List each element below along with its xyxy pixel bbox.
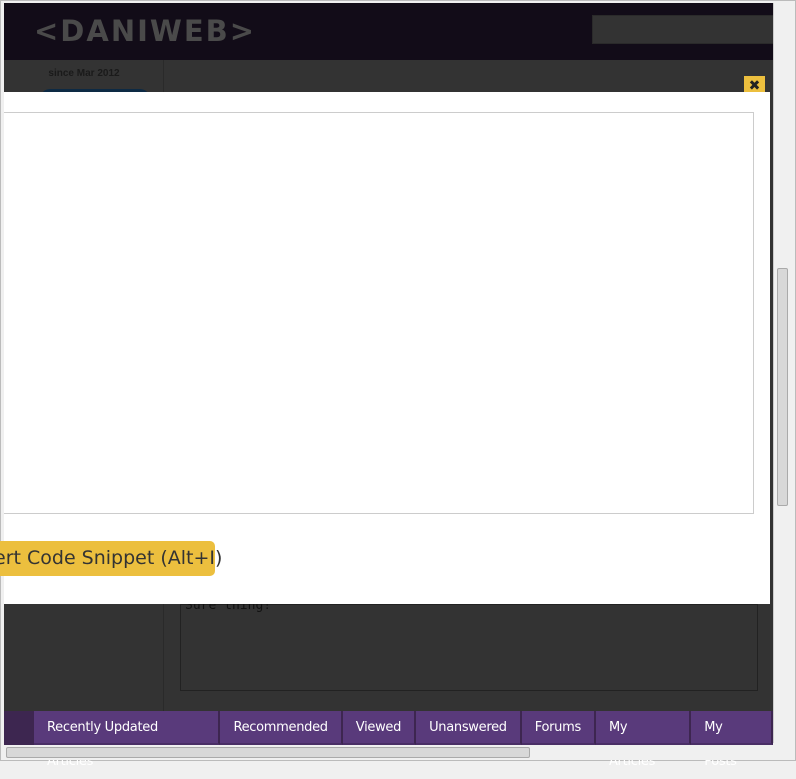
code-editor[interactable] — [4, 112, 754, 514]
tab-viewed[interactable]: Viewed — [342, 711, 417, 745]
search-input[interactable] — [592, 15, 773, 44]
insert-code-snippet-button[interactable]: ert Code Snippet (Alt+I) — [0, 541, 222, 576]
horizontal-scroll-thumb[interactable] — [6, 747, 530, 758]
tab-forums[interactable]: Forums — [521, 711, 596, 745]
vertical-scrollbar[interactable] — [773, 3, 791, 743]
horizontal-scrollbar[interactable] — [4, 745, 773, 760]
tab-my-posts[interactable]: My Posts — [691, 711, 773, 769]
code-snippet-modal: ert Code Snippet (Alt+I) — [0, 92, 770, 604]
daniweb-logo[interactable]: <DANIWEB> — [34, 14, 256, 48]
tab-recently-updated-articles[interactable]: Recently Updated Articles — [34, 711, 221, 769]
tab-my-articles[interactable]: My Articles — [595, 711, 692, 769]
tab-recommended[interactable]: Recommended — [220, 711, 343, 745]
bottom-nav: Recently Updated Articles Recommended Vi… — [4, 711, 773, 769]
reply-textarea[interactable]: Sure thing! — [180, 599, 758, 691]
vertical-scroll-thumb[interactable] — [777, 268, 788, 506]
site-header: <DANIWEB> — [4, 3, 773, 60]
member-since: since Mar 2012 — [48, 68, 120, 79]
tab-unanswered[interactable]: Unanswered — [416, 711, 522, 745]
